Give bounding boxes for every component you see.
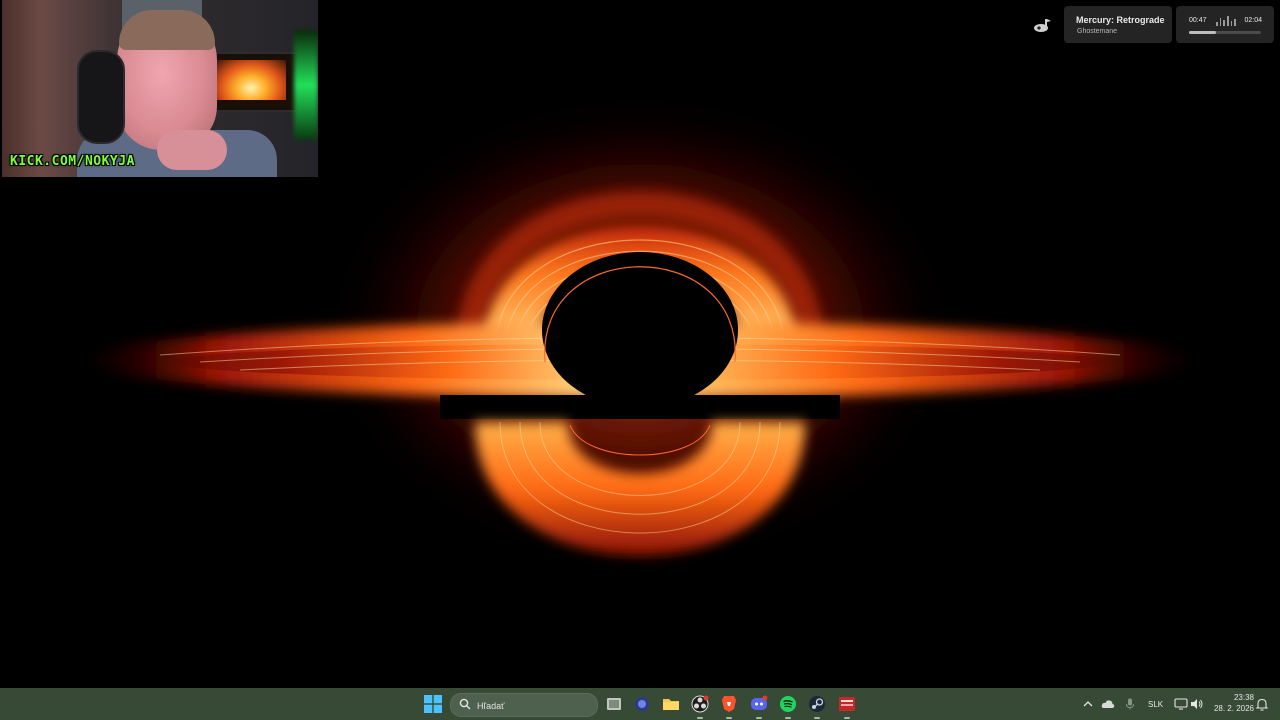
clock-date: 28. 2. 2026: [1213, 704, 1254, 713]
onedrive-tray-button[interactable]: [1096, 692, 1120, 716]
taskbar-search[interactable]: [450, 693, 598, 717]
microphone-icon: [1126, 698, 1134, 710]
speaker-icon: [1191, 699, 1203, 709]
spotify-button[interactable]: [776, 692, 800, 719]
discord-button[interactable]: [747, 692, 771, 719]
running-indicator: [785, 717, 791, 719]
taskbar-clock[interactable]: 23:38 28. 2. 2026: [1208, 692, 1254, 714]
search-icon: [459, 698, 471, 710]
running-indicator: [726, 717, 732, 719]
task-view-button[interactable]: [602, 692, 626, 716]
green-led-glow: [294, 30, 318, 140]
running-indicator: [814, 717, 820, 719]
discord-icon: [751, 695, 768, 710]
app-bubble-button[interactable]: [630, 692, 654, 716]
running-indicator: [844, 717, 850, 719]
notifications-button[interactable]: [1250, 692, 1274, 716]
webcam-overlay: KICK.COM/NOKYJA: [2, 0, 318, 177]
windows-logo-icon: [424, 695, 442, 713]
running-indicator: [756, 717, 762, 719]
running-indicator: [697, 717, 703, 719]
brave-icon: [722, 696, 736, 712]
search-input[interactable]: [475, 696, 591, 716]
music-widget-icon[interactable]: [1022, 8, 1060, 42]
red-app-button[interactable]: [835, 692, 859, 719]
red-app-icon: [839, 697, 855, 711]
taskbar: SLK 23:38 28. 2. 2026: [0, 688, 1280, 720]
steam-button[interactable]: [805, 692, 829, 719]
music-note-icon: [1034, 19, 1051, 32]
desktop: KICK.COM/NOKYJA Mercury: Retrograde Ghos…: [0, 0, 1280, 688]
headphones-icon: [77, 50, 125, 144]
volume-tray-button[interactable]: [1185, 692, 1209, 716]
clock-time: 23:38: [1233, 693, 1254, 702]
folder-icon: [663, 699, 679, 710]
elapsed-time: 00:47: [1189, 17, 1207, 24]
playback-progress-track[interactable]: [1189, 31, 1261, 34]
equalizer-icon: [1216, 16, 1237, 26]
now-playing-card[interactable]: Mercury: Retrograde Ghostemane: [1064, 6, 1172, 43]
obs-icon: [691, 695, 709, 713]
obs-button[interactable]: [688, 692, 712, 719]
track-title: Mercury: Retrograde: [1076, 15, 1165, 25]
language-indicator[interactable]: SLK: [1148, 700, 1163, 709]
streamer-hair: [119, 10, 215, 50]
total-time: 02:04: [1244, 17, 1262, 24]
spotify-icon: [780, 696, 796, 712]
start-button[interactable]: [421, 692, 445, 716]
channel-url-label: KICK.COM/NOKYJA: [10, 154, 135, 169]
streamer-hand: [157, 130, 227, 170]
bubble-icon: [635, 697, 649, 711]
chevron-up-icon: [1083, 701, 1093, 707]
track-artist: Ghostemane: [1077, 28, 1118, 35]
file-explorer-button[interactable]: [659, 692, 683, 716]
steam-icon: [809, 696, 825, 712]
playback-card[interactable]: 00:47 02:04: [1176, 6, 1274, 43]
notification-bell-icon: [1256, 698, 1268, 711]
task-view-icon: [607, 698, 621, 710]
playback-progress-fill: [1189, 31, 1217, 34]
microphone-tray-button[interactable]: [1118, 692, 1142, 716]
cloud-icon: [1101, 700, 1115, 708]
streamer-figure: [77, 10, 277, 177]
brave-button[interactable]: [717, 692, 741, 719]
